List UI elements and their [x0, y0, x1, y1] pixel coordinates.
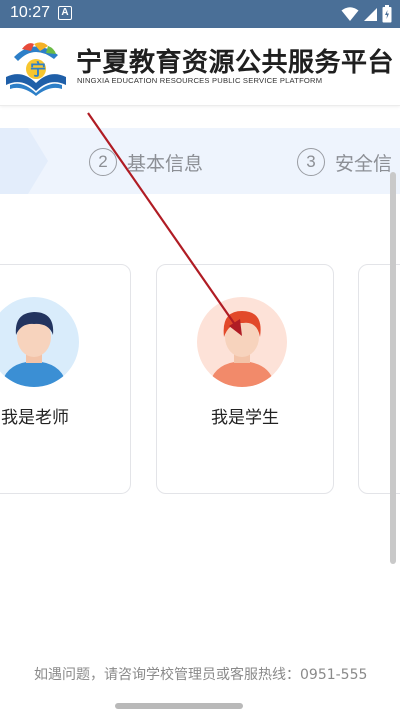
platform-logo: 宁 [6, 42, 66, 96]
teacher-role-label: 我是老师 [1, 408, 69, 428]
status-bar: 10:27 A [0, 0, 400, 28]
step-number: 2 [89, 148, 117, 176]
svg-text:宁: 宁 [30, 60, 46, 79]
teacher-avatar-icon [1, 312, 67, 387]
wifi-icon [341, 7, 359, 21]
teacher-avatar [0, 297, 79, 387]
scrollbar[interactable] [390, 172, 396, 564]
step-label: 基本信息 [127, 152, 204, 175]
student-avatar [197, 297, 287, 387]
home-gesture-bar[interactable] [115, 703, 243, 709]
student-role-label: 我是学生 [211, 408, 279, 428]
notification-icon: A [58, 6, 72, 20]
step-1-indicator [0, 128, 48, 194]
teacher-role-card[interactable]: 我是老师 [0, 264, 131, 494]
app-header: 宁 宁夏教育资源公共服务平台 NINGXIA EDUCATION RESOURC… [0, 28, 400, 106]
screen: 10:27 A 宁 宁夏教育资源公共服务平台 NINGXIA EDUCATION… [0, 0, 400, 712]
step-basic-info: 2 基本信息 [89, 148, 203, 176]
step-label: 安全信 [335, 152, 393, 175]
step-security-info: 3 安全信 [297, 148, 392, 176]
student-avatar-icon [209, 311, 275, 387]
page-title: 宁夏教育资源公共服务平台 [76, 48, 395, 78]
student-role-card[interactable]: 我是学生 [156, 264, 334, 494]
status-icons [341, 5, 392, 23]
page-subtitle: NINGXIA EDUCATION RESOURCES PUBLIC SERVI… [77, 76, 323, 85]
help-hotline-text: 如遇问题，请咨询学校管理员或客服热线：0951-555 [34, 667, 368, 683]
battery-icon [382, 5, 392, 23]
registration-steps: 2 基本信息 3 安全信 [0, 128, 400, 194]
status-time: 10:27 [10, 4, 51, 21]
step-number: 3 [297, 148, 325, 176]
signal-icon [364, 7, 377, 21]
